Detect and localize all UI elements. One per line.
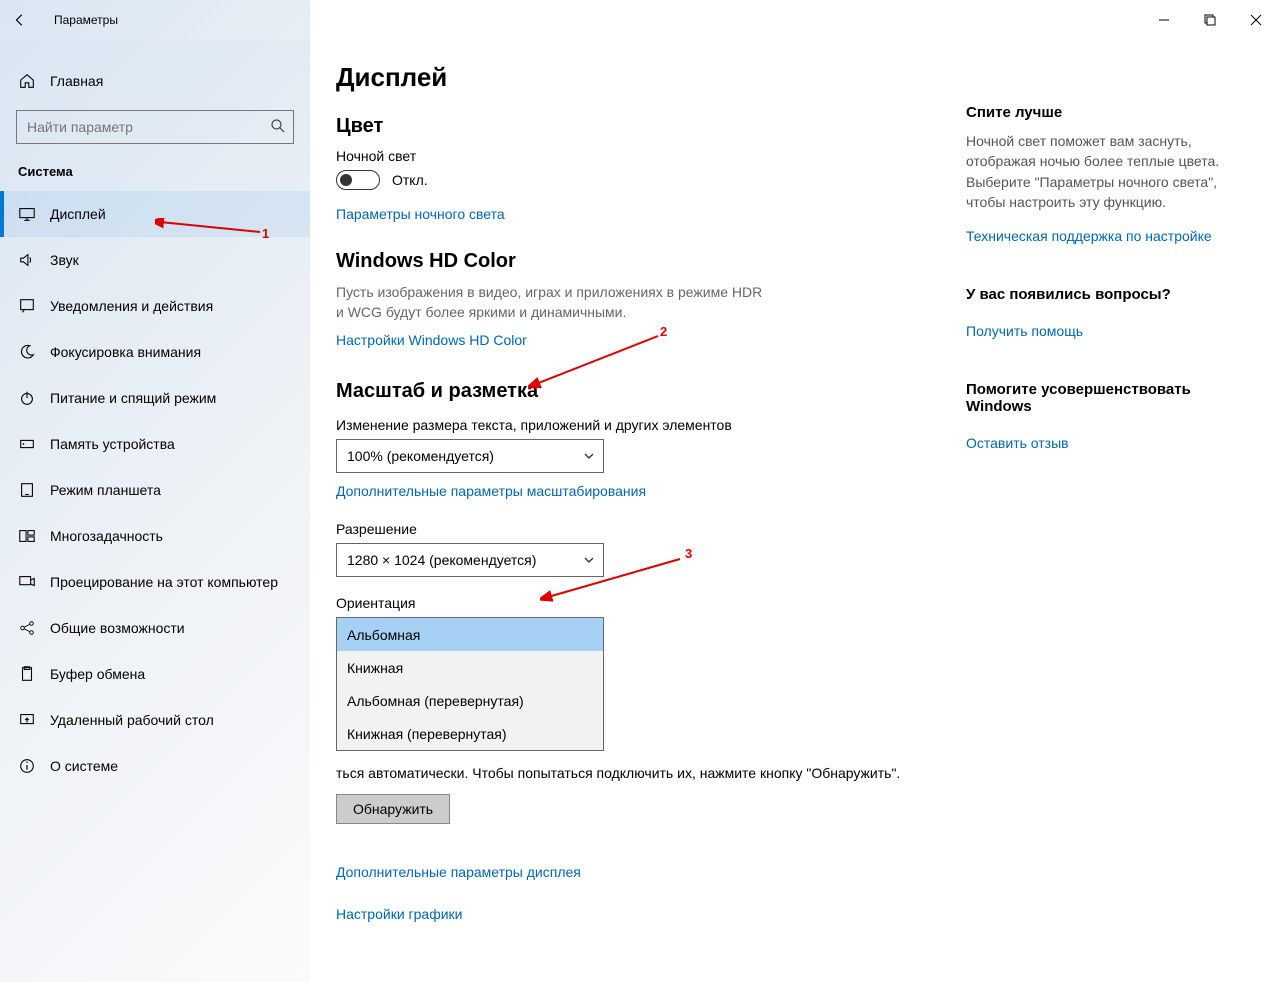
nav-notifications[interactable]: Уведомления и действия: [0, 283, 310, 329]
aside-help-link[interactable]: Получить помощь: [966, 323, 1083, 339]
remote-icon: [18, 711, 36, 729]
nav-label: Уведомления и действия: [50, 298, 213, 314]
nav-remote[interactable]: Удаленный рабочий стол: [0, 697, 310, 743]
nav-label: Удаленный рабочий стол: [50, 712, 214, 728]
nav-label: Многозадачность: [50, 528, 163, 544]
speaker-icon: [18, 251, 36, 269]
nav-power[interactable]: Питание и спящий режим: [0, 375, 310, 421]
hdcolor-link[interactable]: Настройки Windows HD Color: [336, 332, 527, 348]
orientation-option[interactable]: Книжная (перевернутая): [337, 717, 603, 750]
monitor-icon: [18, 205, 36, 223]
window-controls: [1141, 0, 1279, 40]
arrow-left-icon: [13, 13, 27, 27]
search-wrap: [16, 110, 294, 144]
section-hdcolor: Windows HD Color: [336, 250, 956, 273]
tablet-icon: [18, 481, 36, 499]
nav-multitask[interactable]: Многозадачность: [0, 513, 310, 559]
scale-value: 100% (рекомендуется): [347, 448, 494, 464]
search-input[interactable]: [16, 110, 294, 144]
nav-label: Фокусировка внимания: [50, 344, 201, 360]
resolution-dropdown[interactable]: 1280 × 1024 (рекомендуется): [336, 543, 604, 577]
project-icon: [18, 573, 36, 591]
back-button[interactable]: [0, 0, 40, 40]
annotation-num-3: 3: [685, 546, 692, 561]
maximize-icon: [1204, 14, 1216, 26]
power-icon: [18, 389, 36, 407]
minimize-button[interactable]: [1141, 0, 1187, 40]
orientation-options-list: Альбомная Книжная Альбомная (перевернута…: [336, 617, 604, 751]
page-title: Дисплей: [336, 62, 956, 93]
aside-feedback-link[interactable]: Оставить отзыв: [966, 435, 1069, 451]
titlebar: Параметры: [0, 0, 1279, 40]
moon-icon: [18, 343, 36, 361]
nav-focus[interactable]: Фокусировка внимания: [0, 329, 310, 375]
adv-display-link[interactable]: Дополнительные параметры дисплея: [336, 864, 581, 880]
nav-label: О системе: [50, 758, 118, 774]
detect-text: ться автоматически. Чтобы попытаться под…: [336, 763, 956, 784]
aside-sleep-link[interactable]: Техническая поддержка по настройке: [966, 228, 1212, 244]
aside-sleep-text: Ночной свет поможет вам заснуть, отображ…: [966, 131, 1226, 212]
search-icon: [270, 118, 286, 134]
nav-tablet[interactable]: Режим планшета: [0, 467, 310, 513]
nav-label: Буфер обмена: [50, 666, 145, 682]
shared-icon: [18, 619, 36, 637]
app-title: Параметры: [54, 13, 118, 27]
sidebar: Главная Система Дисплей Звук Уведомления…: [0, 40, 310, 982]
clipboard-icon: [18, 665, 36, 683]
scale-dropdown[interactable]: 100% (рекомендуется): [336, 439, 604, 473]
section-color: Цвет: [336, 115, 956, 138]
orientation-option[interactable]: Альбомная (перевернутая): [337, 684, 603, 717]
hdcolor-text: Пусть изображения в видео, играх и прило…: [336, 283, 766, 322]
orientation-option[interactable]: Книжная: [337, 651, 603, 684]
nav-home[interactable]: Главная: [0, 58, 310, 104]
aside-help-heading: У вас появились вопросы?: [966, 286, 1226, 303]
nav-sound[interactable]: Звук: [0, 237, 310, 283]
maximize-button[interactable]: [1187, 0, 1233, 40]
chevron-down-icon: [583, 450, 595, 462]
main-column: Дисплей Цвет Ночной свет Откл. Параметры…: [336, 62, 956, 982]
section-scale: Масштаб и разметка: [336, 380, 956, 403]
resolution-label: Разрешение: [336, 521, 956, 537]
aside-sleep-heading: Спите лучше: [966, 104, 1226, 121]
nav-label: Память устройства: [50, 436, 175, 452]
nav-storage[interactable]: Память устройства: [0, 421, 310, 467]
nav-clipboard[interactable]: Буфер обмена: [0, 651, 310, 697]
info-icon: [18, 757, 36, 775]
nav-projecting[interactable]: Проецирование на этот компьютер: [0, 559, 310, 605]
nav-label: Звук: [50, 252, 79, 268]
minimize-icon: [1158, 14, 1170, 26]
chevron-down-icon: [583, 554, 595, 566]
nightlight-toggle[interactable]: [336, 170, 380, 190]
multitask-icon: [18, 527, 36, 545]
nav-label: Питание и спящий режим: [50, 390, 216, 406]
nav-about[interactable]: О системе: [0, 743, 310, 789]
aside-column: Спите лучше Ночной свет поможет вам засн…: [966, 62, 1226, 982]
close-icon: [1250, 14, 1262, 26]
nav-label: Дисплей: [50, 206, 106, 222]
nav-label: Общие возможности: [50, 620, 185, 636]
detect-button[interactable]: Обнаружить: [336, 794, 450, 824]
scale-label: Изменение размера текста, приложений и д…: [336, 417, 956, 433]
storage-icon: [18, 435, 36, 453]
orientation-option[interactable]: Альбомная: [337, 618, 603, 651]
aside-feedback-heading: Помогите усовершенствовать Windows: [966, 381, 1226, 415]
nightlight-state: Откл.: [392, 172, 428, 188]
close-button[interactable]: [1233, 0, 1279, 40]
content: Дисплей Цвет Ночной свет Откл. Параметры…: [310, 40, 1279, 982]
scale-advanced-link[interactable]: Дополнительные параметры масштабирования: [336, 483, 646, 499]
nav-label: Проецирование на этот компьютер: [50, 574, 278, 590]
orientation-label: Ориентация: [336, 595, 956, 611]
graphics-link[interactable]: Настройки графики: [336, 906, 463, 922]
annotation-num-1: 1: [262, 226, 269, 241]
annotation-num-2: 2: [660, 324, 667, 339]
nav-shared[interactable]: Общие возможности: [0, 605, 310, 651]
nightlight-settings-link[interactable]: Параметры ночного света: [336, 206, 505, 222]
nightlight-label: Ночной свет: [336, 148, 956, 164]
notifications-icon: [18, 297, 36, 315]
nav-home-label: Главная: [50, 73, 103, 89]
resolution-value: 1280 × 1024 (рекомендуется): [347, 552, 536, 568]
nav-label: Режим планшета: [50, 482, 161, 498]
category-label: Система: [0, 158, 310, 191]
home-icon: [18, 72, 36, 90]
